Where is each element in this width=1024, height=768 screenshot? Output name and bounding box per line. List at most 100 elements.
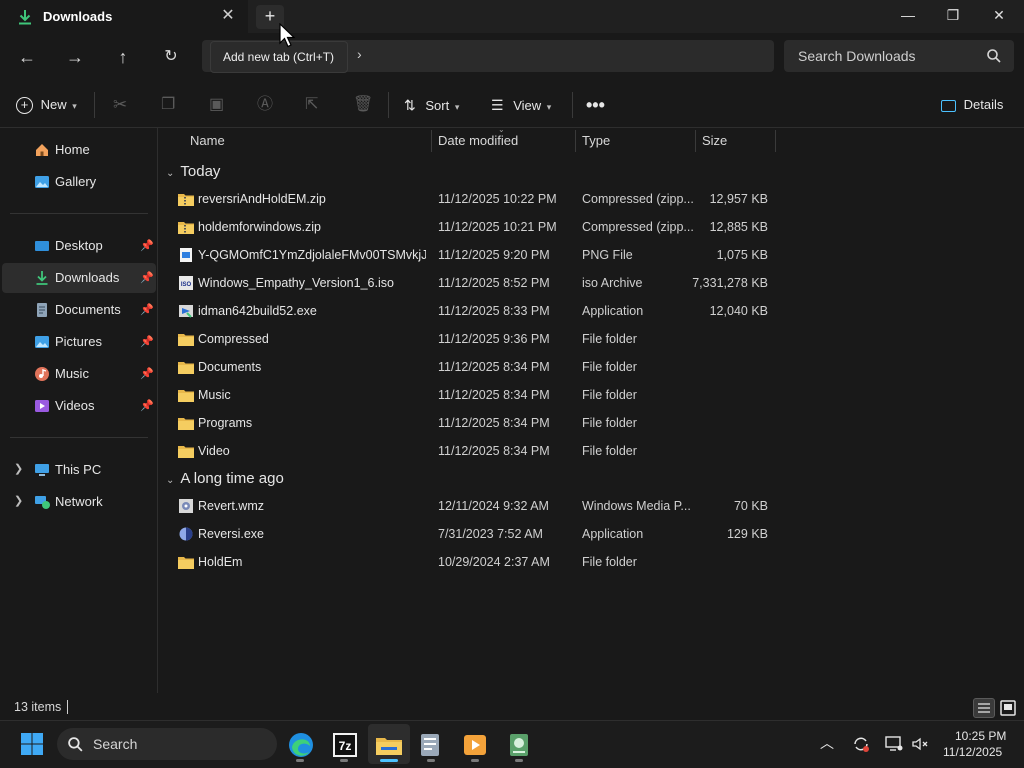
new-button[interactable]: + New ▾ [16, 92, 80, 118]
group-header-long-ago[interactable]: ⌄ A long time ago [166, 470, 284, 487]
window-close-icon[interactable]: ✕ [976, 0, 1022, 32]
group-label: Today [180, 163, 221, 180]
pin-icon[interactable]: 📌 [140, 335, 154, 348]
maximize-icon[interactable]: ❐ [930, 0, 976, 32]
status-divider [67, 700, 68, 714]
network-status-icon[interactable] [884, 735, 904, 753]
chevron-down-icon: ⌄ [166, 168, 175, 179]
7zip-icon[interactable]: 7z [328, 729, 362, 761]
folder-icon [178, 360, 194, 374]
file-name: Documents [198, 360, 262, 374]
exe-icon [178, 304, 194, 318]
file-row[interactable]: ISO Windows_Empathy_Version1_6.iso 11/12/2… [160, 270, 780, 298]
file-row[interactable]: Documents 11/12/2025 8:34 PM File folder [160, 354, 780, 382]
pin-icon[interactable]: 📌 [140, 303, 154, 316]
chevron-down-icon: ⌄ [166, 475, 175, 486]
chevron-right-icon[interactable]: ❯ [14, 462, 23, 475]
sidebar-item-gallery[interactable]: Gallery [2, 167, 156, 197]
pin-icon[interactable]: 📌 [140, 239, 154, 252]
pin-icon[interactable]: 📌 [140, 399, 154, 412]
tab-downloads[interactable] [0, 0, 248, 33]
file-date-modified: 11/12/2025 8:34 PM [438, 388, 550, 402]
file-row[interactable]: Y-QGMOmfC1YmZdjolaleFMv00TSMvkjJ... 11/12… [160, 242, 780, 270]
close-tab-icon[interactable]: ✕ [218, 6, 238, 26]
downloads-icon [36, 271, 48, 285]
file-row[interactable]: Revert.wmz 12/11/2024 9:32 AM Windows Medi… [160, 493, 780, 521]
installer-icon[interactable] [502, 729, 536, 761]
sidebar-item-this-pc[interactable]: ❯ This PC [2, 455, 156, 485]
sync-icon[interactable] [851, 735, 871, 753]
view-button[interactable]: ☰ View ▾ [491, 92, 559, 118]
pin-icon[interactable]: 📌 [140, 367, 154, 380]
sidebar-item-videos[interactable]: Videos 📌 [2, 391, 156, 421]
sidebar-item-network[interactable]: ❯ Network [2, 487, 156, 517]
paste-icon[interactable]: ▣ [209, 92, 224, 118]
taskbar-search-box[interactable] [57, 728, 277, 760]
details-button[interactable]: Details [941, 92, 1015, 118]
music-icon [35, 367, 49, 381]
sidebar-item-downloads[interactable]: Downloads 📌 [2, 263, 156, 293]
minimize-icon[interactable]: — [885, 0, 931, 32]
app-icon[interactable] [414, 729, 448, 761]
column-divider[interactable] [575, 130, 576, 152]
file-row[interactable]: Compressed 11/12/2025 9:36 PM File folder [160, 326, 780, 354]
file-explorer-icon[interactable] [372, 729, 406, 761]
windows-start-icon[interactable] [20, 732, 44, 756]
sidebar-item-desktop[interactable]: Desktop 📌 [2, 231, 156, 261]
file-row[interactable]: Music 11/12/2025 8:34 PM File folder [160, 382, 780, 410]
file-row[interactable]: holdemforwindows.zip 11/12/2025 10:21 PM C… [160, 214, 780, 242]
clock-time[interactable]: 10:25 PM [955, 729, 1006, 743]
copy-icon[interactable]: ❐ [161, 92, 175, 118]
cut-icon[interactable]: ✂ [113, 92, 127, 118]
sidebar-item-home[interactable]: Home [2, 135, 156, 165]
file-row[interactable]: Video 11/12/2025 8:34 PM File folder [160, 438, 780, 466]
more-options-icon[interactable]: ••• [586, 92, 605, 118]
delete-icon[interactable]: 🗑 [353, 92, 373, 118]
search-icon[interactable] [986, 48, 1002, 64]
file-type: Compressed (zipp... [582, 192, 694, 206]
file-size: 70 KB [733, 499, 768, 513]
column-header-type[interactable]: Type [582, 133, 610, 148]
up-arrow-icon[interactable]: ↑ [107, 42, 139, 72]
column-header-name[interactable]: Name [190, 133, 225, 148]
clock-date[interactable]: 11/12/2025 [943, 745, 1002, 759]
column-divider[interactable] [775, 130, 776, 152]
chevron-up-icon[interactable]: ︿ [820, 733, 834, 753]
back-arrow-icon[interactable]: ← [11, 42, 43, 72]
file-row[interactable]: reversriAndHoldEM.zip 11/12/2025 10:22 PM… [160, 186, 780, 214]
file-row[interactable]: Reversi.exe 7/31/2023 7:52 AM Application 1… [160, 521, 780, 549]
rename-icon[interactable]: Ⓐ [257, 92, 273, 118]
chevron-right-icon[interactable]: ❯ [14, 494, 23, 507]
details-label: Details [963, 97, 1004, 112]
sidebar-label: Desktop [55, 238, 103, 253]
svg-text:ISO: ISO [181, 282, 192, 288]
file-row[interactable]: Programs 11/12/2025 8:34 PM File folder [160, 410, 780, 438]
column-header-date[interactable]: Date modified [438, 133, 518, 148]
sidebar-divider [10, 213, 148, 214]
mouse-cursor-icon [279, 23, 296, 48]
refresh-icon[interactable]: ↻ [155, 42, 187, 72]
file-row[interactable]: idman642build52.exe 11/12/2025 8:33 PM App… [160, 298, 780, 326]
sort-icon: ⇅ [404, 97, 416, 113]
large-icons-view-icon[interactable] [998, 698, 1018, 718]
pin-icon[interactable]: 📌 [140, 271, 154, 284]
share-icon[interactable]: ⇱ [305, 92, 318, 118]
file-name: Programs [198, 416, 253, 430]
media-player-icon[interactable] [458, 729, 492, 761]
sidebar-item-pictures[interactable]: Pictures 📌 [2, 327, 156, 357]
group-header-today[interactable]: ⌄ Today [166, 163, 220, 180]
details-view-icon[interactable] [973, 698, 995, 718]
column-divider[interactable] [695, 130, 696, 152]
column-header-size[interactable]: Size [702, 133, 727, 148]
documents-icon [37, 303, 47, 317]
volume-muted-icon[interactable] [910, 735, 930, 753]
edge-icon[interactable] [284, 729, 318, 761]
forward-arrow-icon[interactable]: → [59, 42, 91, 72]
chevron-right-icon[interactable]: › [357, 46, 362, 62]
sidebar-item-music[interactable]: Music 📌 [2, 359, 156, 389]
file-type: Application [582, 527, 644, 541]
sort-button[interactable]: ⇅ Sort ▾ [404, 92, 468, 118]
column-divider[interactable] [431, 130, 432, 152]
file-row[interactable]: HoldEm 10/29/2024 2:37 AM File folder [160, 549, 780, 577]
sidebar-item-documents[interactable]: Documents 📌 [2, 295, 156, 325]
